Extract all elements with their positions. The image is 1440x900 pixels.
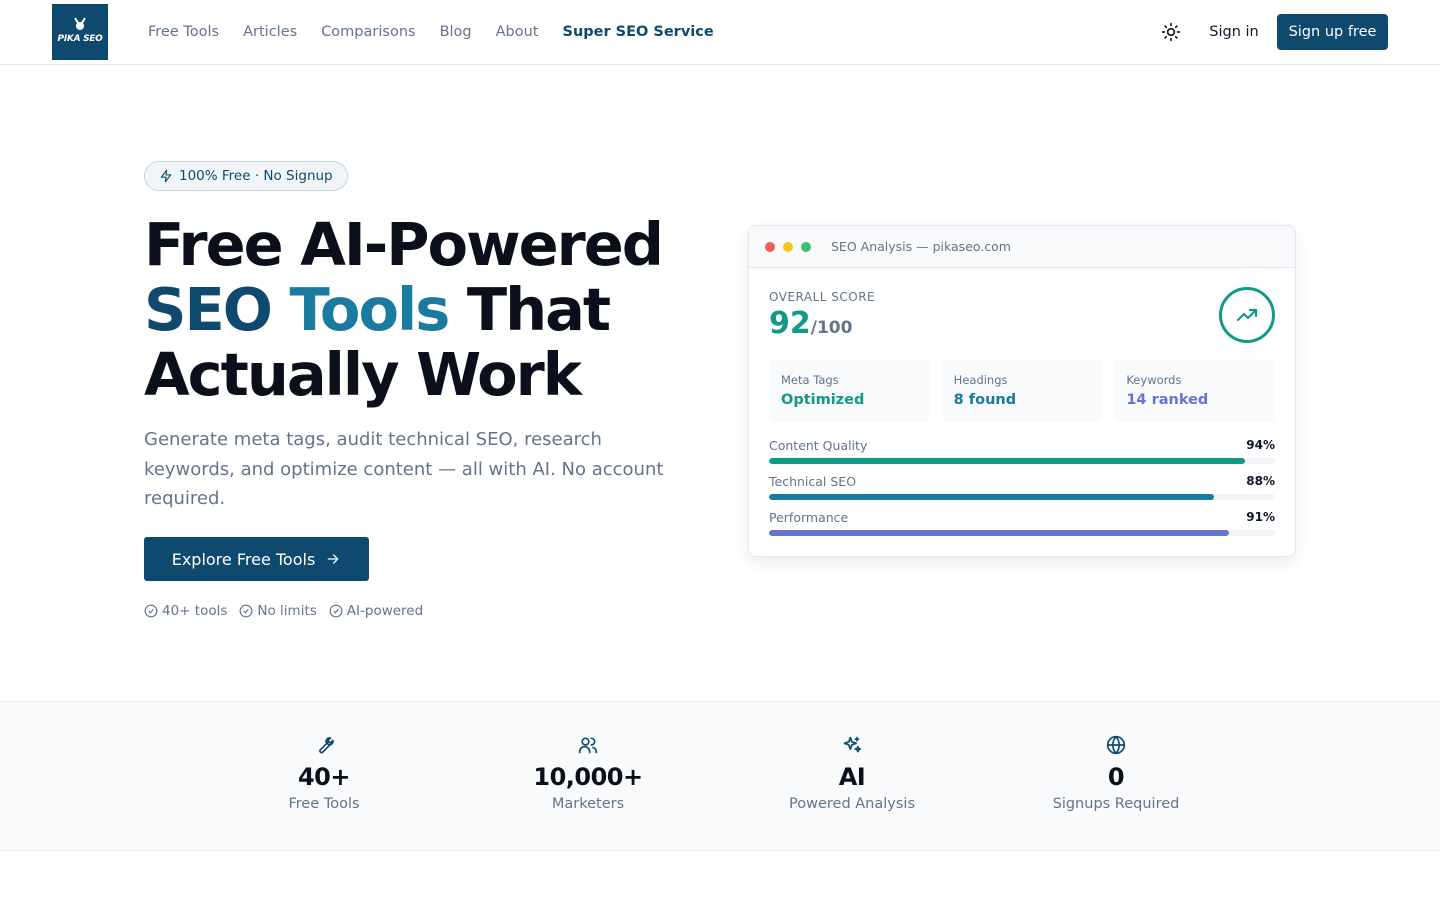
site-header: PIKA SEO Free Tools Articles Comparisons… [0, 0, 1440, 65]
free-badge: 100% Free · No Signup [144, 161, 348, 191]
bar-percent: 88% [1246, 474, 1275, 488]
cta-label: Explore Free Tools [171, 549, 316, 569]
hero-title-line3: Actually Work [144, 340, 582, 409]
arrow-right-icon [327, 554, 339, 564]
window-dot-red [765, 241, 775, 252]
tile-keywords: Keywords 14 ranked [1114, 359, 1276, 422]
nav-blog[interactable]: Blog [440, 24, 472, 40]
theme-toggle-button[interactable] [1159, 20, 1183, 44]
sun-icon [1161, 22, 1181, 42]
score-value: 92 [769, 306, 811, 341]
stat-value: AI [838, 763, 866, 791]
stat-value: 40+ [297, 763, 351, 791]
bar-content-quality: Content Quality 94% [769, 438, 1275, 474]
pika-seo-logo[interactable]: PIKA SEO [52, 4, 108, 60]
stat-free-tools: 40+ Free Tools [204, 702, 444, 852]
score-label: OVERALL SCORE [769, 290, 876, 304]
badge-text: 100% Free · No Signup [179, 168, 333, 184]
bar-fill [769, 494, 1215, 500]
stats-band: 40+ Free Tools 10,000+ Marketers AI Powe… [0, 701, 1440, 851]
sign-up-button[interactable]: Sign up free [1277, 14, 1388, 50]
bar-track [769, 458, 1275, 464]
hero-title-line1: Free AI-Powered [144, 210, 664, 279]
stat-label: Signups Required [1052, 796, 1180, 812]
tile-label: Headings [953, 373, 1008, 387]
tile-headings: Headings 8 found [941, 359, 1103, 422]
metric-tiles: Meta Tags Optimized Headings 8 found Key… [769, 359, 1276, 422]
check-item: 40+ tools [144, 603, 227, 619]
bar-percent: 94% [1246, 438, 1275, 452]
stat-label: Powered Analysis [789, 796, 915, 812]
tile-value: 8 found [953, 392, 1017, 408]
score-max: /100 [810, 318, 853, 338]
check-circle-icon [144, 604, 158, 618]
tile-label: Keywords [1126, 373, 1182, 387]
stat-ai: AI Powered Analysis [732, 702, 972, 852]
bar-performance: Performance 91% [769, 510, 1275, 546]
sparkles-icon [842, 734, 862, 756]
explore-free-tools-button[interactable]: Explore Free Tools [144, 537, 369, 581]
check-item: No limits [239, 603, 317, 619]
rabbit-mascot-icon [72, 16, 88, 34]
check-label: No limits [257, 603, 317, 619]
stat-value: 10,000+ [533, 763, 643, 791]
bar-percent: 91% [1246, 510, 1275, 524]
bar-track [769, 494, 1275, 500]
tile-value: 14 ranked [1126, 392, 1209, 408]
bar-label: Content Quality [769, 438, 868, 453]
nav-comparisons[interactable]: Comparisons [321, 24, 415, 40]
stat-marketers: 10,000+ Marketers [468, 702, 708, 852]
bar-label: Performance [769, 510, 849, 525]
tile-value: Optimized [781, 392, 865, 408]
stat-signups: 0 Signups Required [996, 702, 1236, 852]
check-item: AI-powered [329, 603, 423, 619]
hero-title-highlight-tools: Tools [289, 275, 451, 344]
check-label: AI-powered [346, 603, 424, 619]
window-dot-yellow [783, 241, 793, 252]
check-circle-icon [239, 604, 253, 618]
window-dot-green [801, 241, 811, 252]
nav-about[interactable]: About [496, 24, 539, 40]
score-bars: Content Quality 94% Technical SEO 88% Pe… [769, 438, 1275, 546]
bar-track [769, 530, 1275, 536]
nav-free-tools[interactable]: Free Tools [148, 24, 219, 40]
hero-title-that: That [466, 275, 611, 344]
hero-subtitle: Generate meta tags, audit technical SEO,… [144, 429, 664, 509]
bar-technical-seo: Technical SEO 88% [769, 474, 1275, 510]
trend-badge [1219, 287, 1275, 343]
trending-up-icon [1236, 308, 1258, 322]
globe-icon [1106, 734, 1126, 756]
users-icon [578, 734, 598, 756]
hero-title-highlight-seo: SEO [144, 275, 273, 344]
bar-label: Technical SEO [769, 474, 857, 489]
tile-meta-tags: Meta Tags Optimized [769, 359, 930, 422]
nav-super-seo-service[interactable]: Super SEO Service [563, 24, 714, 40]
seo-analysis-card: SEO Analysis — pikaseo.com OVERALL SCORE… [748, 225, 1296, 557]
stat-label: Free Tools [288, 796, 360, 812]
overall-score: 92 /100 [769, 306, 852, 341]
check-circle-icon [329, 604, 343, 618]
feature-checks: 40+ tools No limits AI-powered [144, 601, 423, 621]
card-window-bar: SEO Analysis — pikaseo.com [749, 226, 1295, 268]
stat-value: 0 [1107, 763, 1125, 791]
nav-articles[interactable]: Articles [243, 24, 297, 40]
logo-text: PIKA SEO [57, 33, 103, 44]
stat-label: Marketers [551, 796, 625, 812]
sign-in-button[interactable]: Sign in [1198, 14, 1270, 50]
lightning-icon [160, 169, 172, 183]
main-nav: Free Tools Articles Comparisons Blog Abo… [148, 0, 714, 64]
bar-fill [769, 458, 1245, 464]
card-title: SEO Analysis — pikaseo.com [831, 239, 1011, 254]
bar-fill [769, 530, 1230, 536]
tile-label: Meta Tags [781, 373, 839, 387]
check-label: 40+ tools [162, 603, 228, 619]
hero-title: Free AI-Powered SEO Tools That Actually … [144, 212, 704, 407]
wrench-icon [314, 734, 334, 756]
